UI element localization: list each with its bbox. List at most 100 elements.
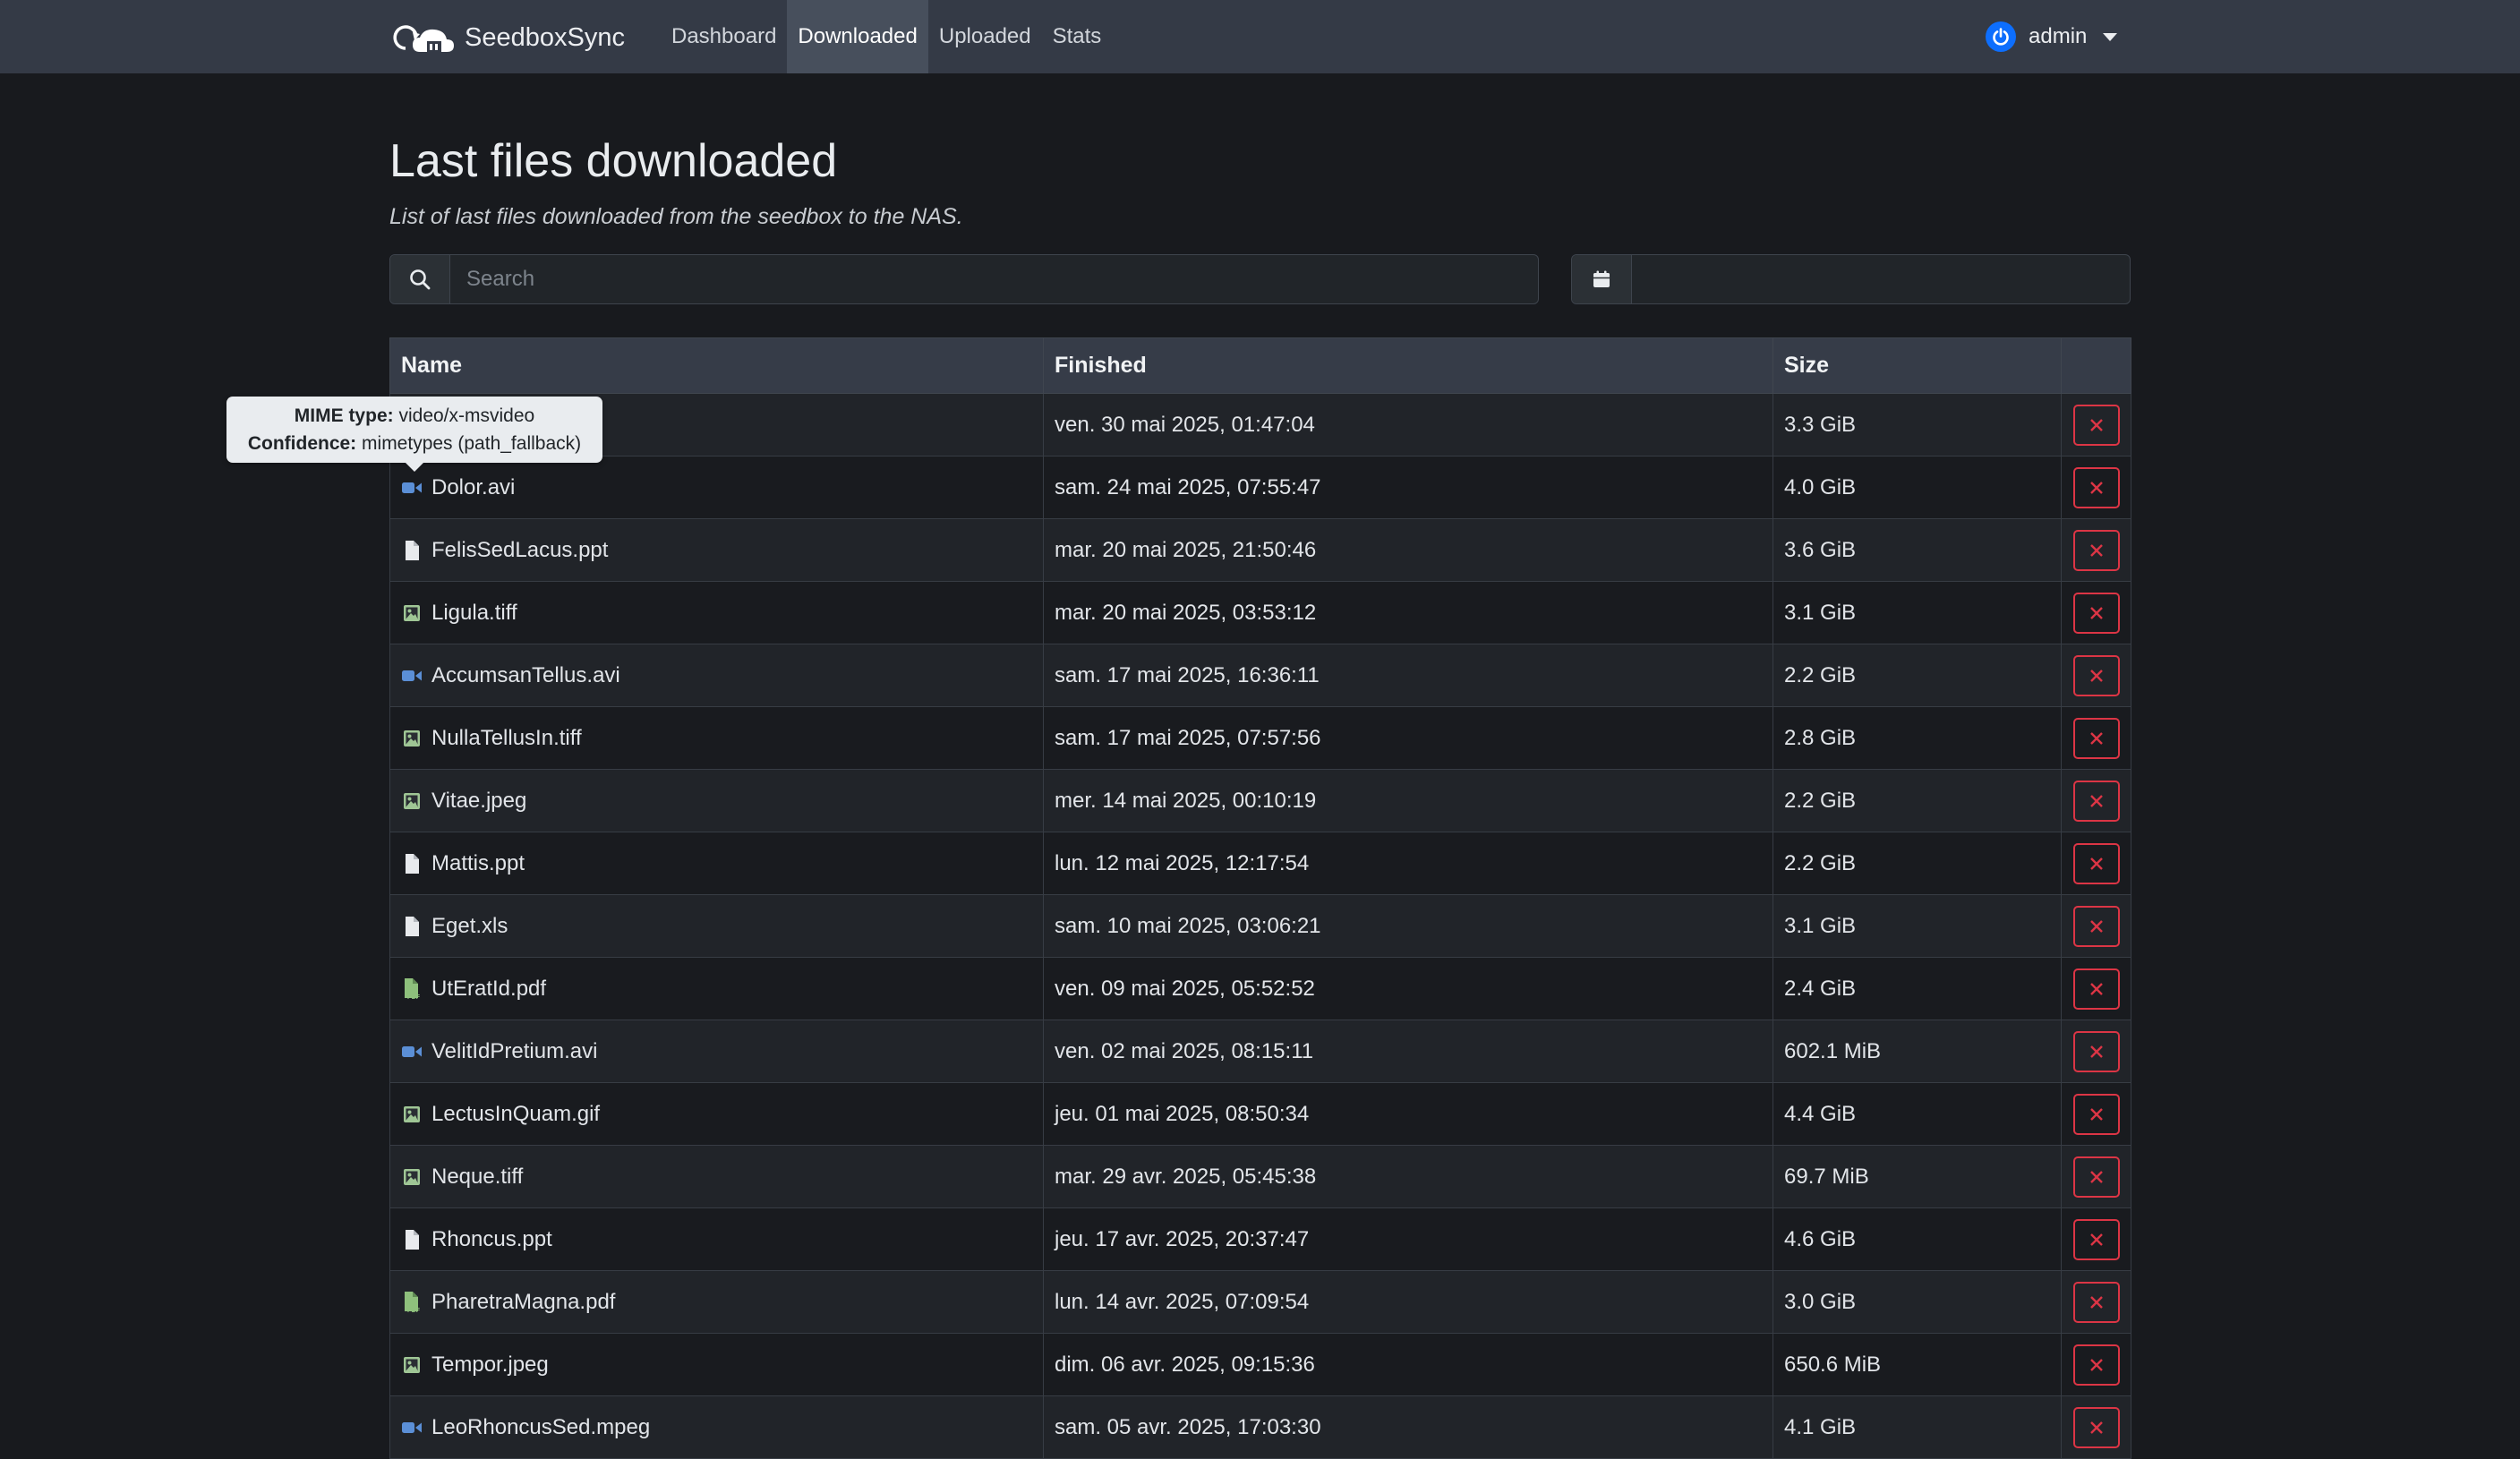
pdf-icon[interactable]: PDF bbox=[401, 977, 423, 1001]
cell-finished: mar. 20 mai 2025, 03:53:12 bbox=[1043, 581, 1773, 644]
table-row: PDF PharetraMagna.pdf lun. 14 avr. 2025, 0… bbox=[389, 1270, 2131, 1334]
nav-uploaded[interactable]: Uploaded bbox=[928, 0, 1042, 73]
delete-button[interactable] bbox=[2072, 968, 2120, 1010]
image-icon[interactable] bbox=[401, 790, 423, 812]
image-icon[interactable] bbox=[401, 728, 423, 749]
cell-actions bbox=[2061, 769, 2131, 832]
delete-button[interactable] bbox=[2072, 529, 2120, 571]
cell-actions bbox=[2061, 957, 2131, 1020]
cell-finished: sam. 05 avr. 2025, 17:03:30 bbox=[1043, 1395, 1773, 1459]
video-icon[interactable] bbox=[401, 665, 423, 687]
file-name-wrap: PDF UtEratId.pdf bbox=[401, 977, 1032, 1002]
file-name: UtEratId.pdf bbox=[431, 976, 547, 1001]
cell-name: Dolor.avi bbox=[389, 456, 1044, 519]
cell-actions bbox=[2061, 1270, 2131, 1334]
cell-size: 2.8 GiB bbox=[1773, 706, 2062, 770]
cell-name: Vitae.jpeg bbox=[389, 769, 1044, 832]
delete-button[interactable] bbox=[2072, 905, 2120, 947]
page-title: Last files downloaded bbox=[389, 135, 838, 187]
image-icon[interactable] bbox=[401, 1354, 423, 1376]
brand[interactable]: SeedboxSync bbox=[389, 18, 625, 57]
table-row: Ligula.tiff mar. 20 mai 2025, 03:53:12 3.1… bbox=[389, 581, 2131, 644]
image-icon[interactable] bbox=[401, 1166, 423, 1188]
cell-name: LeoRhoncusSed.mpeg bbox=[389, 1395, 1044, 1459]
svg-text:PDF: PDF bbox=[407, 994, 421, 1001]
cell-actions bbox=[2061, 581, 2131, 644]
column-header-finished[interactable]: Finished bbox=[1043, 337, 1773, 394]
nav-stats[interactable]: Stats bbox=[1042, 0, 1113, 73]
delete-button[interactable] bbox=[2072, 717, 2120, 759]
close-icon bbox=[2089, 1421, 2103, 1434]
delete-button[interactable] bbox=[2072, 466, 2120, 508]
close-icon bbox=[2089, 1233, 2103, 1246]
image-icon[interactable] bbox=[401, 602, 423, 624]
video-icon[interactable] bbox=[401, 477, 423, 499]
calendar-icon[interactable] bbox=[1572, 255, 1632, 303]
table-row: NullaTellusIn.tiff sam. 17 mai 2025, 07:5… bbox=[389, 706, 2131, 770]
cell-actions bbox=[2061, 1333, 2131, 1396]
cell-name: Ligula.tiff bbox=[389, 581, 1044, 644]
cell-size: 4.6 GiB bbox=[1773, 1207, 2062, 1271]
search-input[interactable] bbox=[450, 255, 1538, 303]
close-icon bbox=[2089, 1170, 2103, 1183]
cell-name: Neque.tiff bbox=[389, 1145, 1044, 1208]
cell-size: 2.2 GiB bbox=[1773, 769, 2062, 832]
file-name: Neque.tiff bbox=[431, 1164, 524, 1189]
date-range-input[interactable] bbox=[1632, 255, 2130, 303]
cell-size: 3.1 GiB bbox=[1773, 894, 2062, 958]
table-row: Mattis.ppt lun. 12 mai 2025, 12:17:54 2.2 … bbox=[389, 832, 2131, 895]
delete-button[interactable] bbox=[2072, 1281, 2120, 1323]
column-header-size[interactable]: Size bbox=[1773, 337, 2062, 394]
user-menu[interactable]: admin bbox=[1986, 0, 2118, 73]
delete-button[interactable] bbox=[2072, 654, 2120, 696]
file-name: LeoRhoncusSed.mpeg bbox=[431, 1414, 651, 1439]
close-icon bbox=[2089, 794, 2103, 807]
delete-button[interactable] bbox=[2072, 404, 2120, 446]
video-icon[interactable] bbox=[401, 1417, 423, 1438]
delete-button[interactable] bbox=[2072, 780, 2120, 822]
file-name-wrap: PDF PharetraMagna.pdf bbox=[401, 1290, 1032, 1315]
file-icon[interactable] bbox=[401, 540, 423, 561]
close-icon bbox=[2089, 543, 2103, 557]
nav-downloaded[interactable]: Downloaded bbox=[787, 0, 928, 73]
column-header-name[interactable]: Name bbox=[389, 337, 1044, 394]
cell-actions bbox=[2061, 1145, 2131, 1208]
search-icon bbox=[390, 255, 450, 303]
delete-button[interactable] bbox=[2072, 1344, 2120, 1386]
close-icon bbox=[2089, 1045, 2103, 1058]
delete-button[interactable] bbox=[2072, 1218, 2120, 1260]
delete-button[interactable] bbox=[2072, 1406, 2120, 1448]
pdf-icon[interactable]: PDF bbox=[401, 1291, 423, 1314]
tooltip-confidence-label: Confidence: bbox=[247, 433, 357, 454]
file-icon[interactable] bbox=[401, 916, 423, 937]
file-name: PharetraMagna.pdf bbox=[431, 1289, 616, 1314]
file-name: Eget.xls bbox=[431, 913, 508, 938]
tooltip-confidence-line: Confidence: mimetypes (path_fallback) bbox=[235, 430, 594, 457]
file-name-wrap: Dolor.avi bbox=[401, 475, 1032, 500]
file-icon[interactable] bbox=[401, 1229, 423, 1250]
table-row: LectusInQuam.gif jeu. 01 mai 2025, 08:50:… bbox=[389, 1082, 2131, 1146]
file-name-wrap: LectusInQuam.gif bbox=[401, 1102, 1032, 1127]
cell-size: 2.4 GiB bbox=[1773, 957, 2062, 1020]
cell-size: 69.7 MiB bbox=[1773, 1145, 2062, 1208]
delete-button[interactable] bbox=[2072, 592, 2120, 634]
delete-button[interactable] bbox=[2072, 1030, 2120, 1072]
power-icon bbox=[1986, 21, 2016, 52]
file-icon[interactable] bbox=[401, 853, 423, 875]
close-icon bbox=[2089, 418, 2103, 431]
chevron-down-icon bbox=[2103, 32, 2118, 41]
file-name-wrap: NullaTellusIn.tiff bbox=[401, 726, 1032, 751]
nav-dashboard[interactable]: Dashboard bbox=[661, 0, 787, 73]
column-header-actions bbox=[2061, 337, 2131, 394]
video-icon[interactable] bbox=[401, 1041, 423, 1062]
table-body: ven. 30 mai 2025, 01:47:04 3.3 GiB Dolor.a… bbox=[389, 393, 2131, 1459]
cell-actions bbox=[2061, 1082, 2131, 1146]
cell-name: NullaTellusIn.tiff bbox=[389, 706, 1044, 770]
delete-button[interactable] bbox=[2072, 842, 2120, 884]
close-icon bbox=[2089, 919, 2103, 933]
image-icon[interactable] bbox=[401, 1104, 423, 1125]
file-name: Vitae.jpeg bbox=[431, 788, 527, 813]
delete-button[interactable] bbox=[2072, 1156, 2120, 1198]
delete-button[interactable] bbox=[2072, 1093, 2120, 1135]
table-row: ven. 30 mai 2025, 01:47:04 3.3 GiB bbox=[389, 393, 2131, 456]
